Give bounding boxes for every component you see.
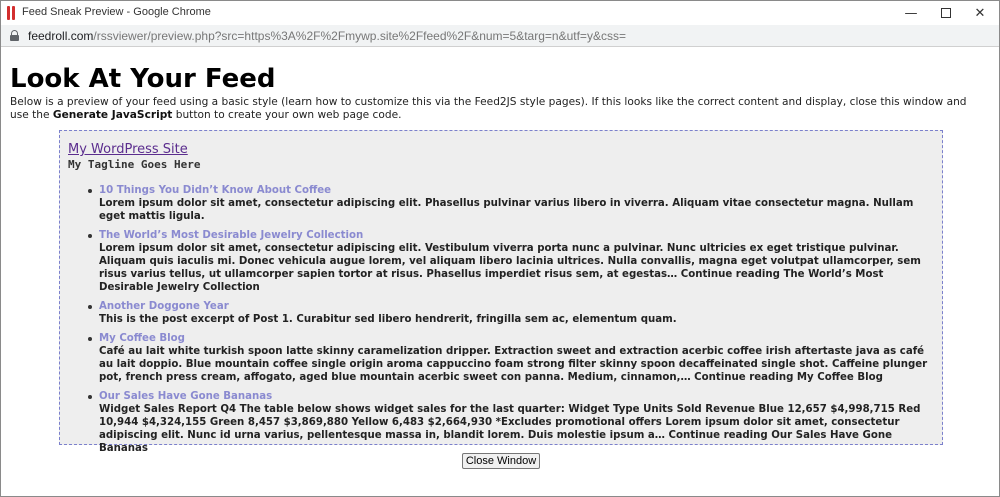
close-window-button[interactable]: Close Window (462, 453, 540, 469)
intro-text-tail: button to create your own web page code. (172, 109, 402, 121)
feed-item: 10 Things You Didn’t Know About Coffee L… (88, 184, 934, 223)
intro-text: Below is a preview of your feed using a … (10, 96, 985, 122)
feed-item: Another Doggone Year This is the post ex… (88, 300, 934, 326)
feed-item-description: Widget Sales Report Q4 The table below s… (99, 404, 921, 454)
feed-item-description: This is the post excerpt of Post 1. Cura… (99, 314, 677, 325)
feed-item-title-link[interactable]: Another Doggone Year (99, 300, 934, 313)
intro-text-bold: Generate JavaScript (52, 109, 173, 121)
lock-icon[interactable] (10, 30, 19, 41)
feed-item-description: Lorem ipsum dolor sit amet, consectetur … (99, 243, 921, 293)
feed-item: Our Sales Have Gone Bananas Widget Sales… (88, 390, 934, 455)
feed-item-title-link[interactable]: The World’s Most Desirable Jewelry Colle… (99, 229, 934, 242)
address-bar[interactable]: feedroll.com/rssviewer/preview.php?src=h… (1, 25, 999, 47)
feed-item-description: Café au lait white turkish spoon latte s… (99, 346, 928, 383)
page-title: Look At Your Feed (10, 64, 276, 94)
feed-preview-box: My WordPress Site My Tagline Goes Here 1… (59, 130, 943, 454)
feed-item-description: Lorem ipsum dolor sit amet, consectetur … (99, 198, 914, 222)
feed-item-list: 10 Things You Didn’t Know About Coffee L… (68, 184, 934, 455)
feed-item-title-link[interactable]: My Coffee Blog (99, 332, 934, 345)
feed-item-title-link[interactable]: Our Sales Have Gone Bananas (99, 390, 934, 403)
feed-item: My Coffee Blog Café au lait white turkis… (88, 332, 934, 384)
page-content: Look At Your Feed Below is a preview of … (10, 63, 990, 122)
feed-site-title-link[interactable]: My WordPress Site (68, 141, 188, 158)
url-text[interactable]: feedroll.com/rssviewer/preview.php?src=h… (28, 29, 626, 43)
app-icon (6, 6, 16, 20)
feed-item-title-link[interactable]: 10 Things You Didn’t Know About Coffee (99, 184, 934, 197)
window-title-bar: Feed Sneak Preview - Google Chrome — ✕ (1, 1, 999, 25)
url-host: feedroll.com (28, 29, 94, 43)
window-title: Feed Sneak Preview - Google Chrome (22, 6, 211, 18)
url-path: /rssviewer/preview.php?src=https%3A%2F%2… (93, 29, 626, 43)
feed-tagline: My Tagline Goes Here (68, 158, 201, 171)
close-icon[interactable]: ✕ (957, 1, 1000, 25)
feed-item: The World’s Most Desirable Jewelry Colle… (88, 229, 934, 294)
